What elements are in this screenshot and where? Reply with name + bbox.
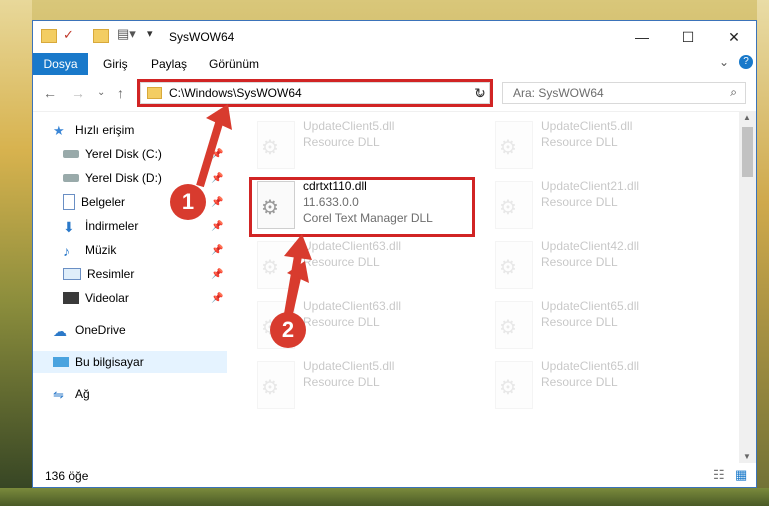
arrow-shaft-2 (284, 255, 302, 315)
arrow-shaft-1 (196, 118, 224, 188)
arrow-head-2 (284, 234, 312, 260)
step-arrows (196, 104, 312, 315)
